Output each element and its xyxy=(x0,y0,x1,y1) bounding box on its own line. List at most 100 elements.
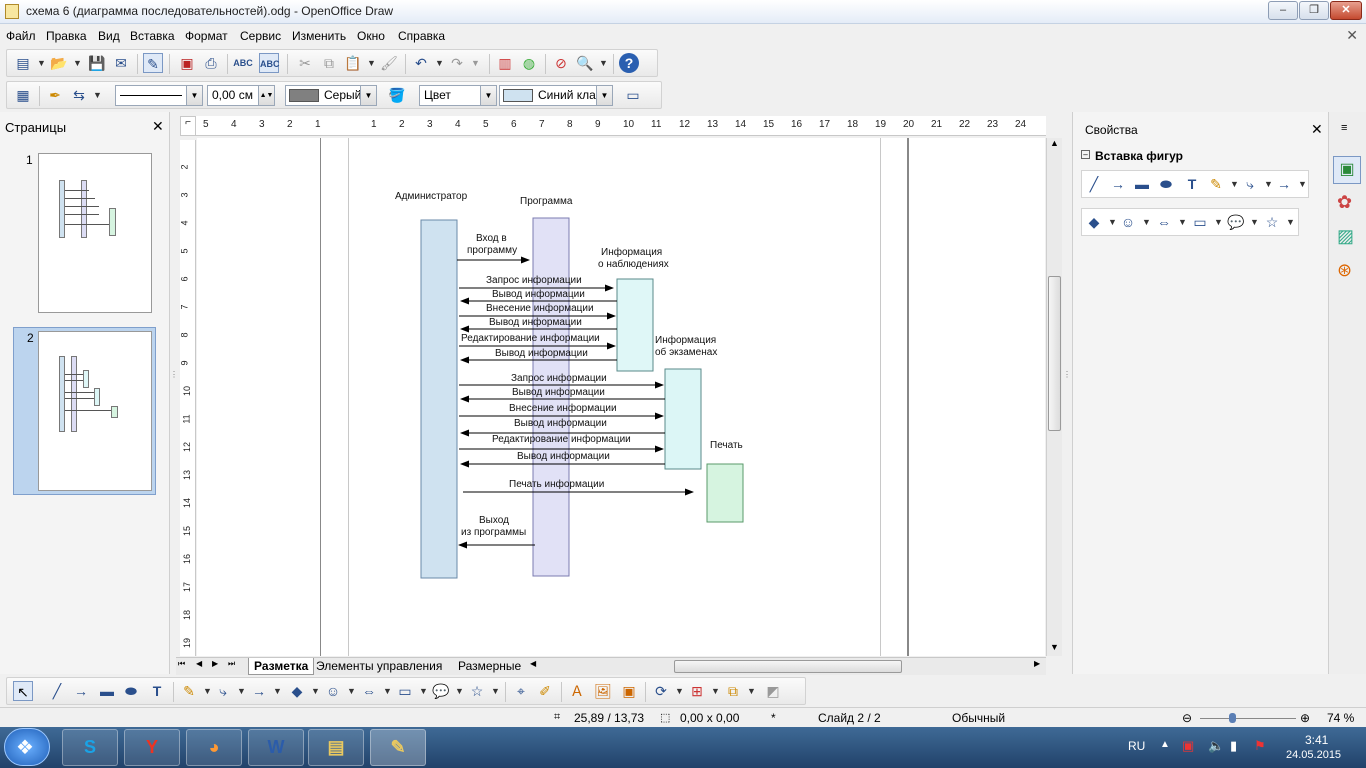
gallery-deck-icon[interactable]: ▨ xyxy=(1337,226,1354,247)
tab-dimensions[interactable]: Размерные xyxy=(458,659,521,673)
draw-line-icon[interactable]: ╱ xyxy=(47,681,67,701)
sidebar-close-icon[interactable]: ✕ xyxy=(1311,121,1323,138)
menu-file[interactable]: Файл xyxy=(6,29,36,43)
area-style-select[interactable]: Цвет ▼ xyxy=(419,85,497,106)
language-indicator[interactable]: RU xyxy=(1128,739,1145,753)
taskbar-skype[interactable]: S xyxy=(62,729,118,766)
area-color-select[interactable]: Синий кла ▼ xyxy=(499,85,613,106)
ruler-corner[interactable]: ⌐ xyxy=(180,116,196,136)
cut-icon[interactable]: ✂ xyxy=(295,53,315,73)
line-color-select[interactable]: Серый ▼ xyxy=(285,85,377,106)
arrow-style-icon[interactable]: ⇆ xyxy=(69,85,89,105)
h-scroll-right-icon[interactable]: ▶ xyxy=(1034,659,1040,668)
tab-prev-icon[interactable]: ◀ xyxy=(196,659,202,668)
menu-window[interactable]: Окно xyxy=(357,29,385,43)
extrusion-icon[interactable]: ◩ xyxy=(763,681,783,701)
taskbar-yandex[interactable]: Y xyxy=(124,729,180,766)
tab-layout[interactable]: Разметка xyxy=(248,658,315,675)
sidebar-menu-icon[interactable]: ≡ xyxy=(1341,122,1347,134)
draw-ellipse-icon[interactable]: ⬬ xyxy=(121,681,141,701)
clock-time[interactable]: 3:41 xyxy=(1305,733,1328,747)
draw-callouts-icon[interactable]: 💬 xyxy=(431,681,451,701)
page-thumbnail-1[interactable] xyxy=(38,153,152,313)
symbol-shapes-icon[interactable]: ☺ xyxy=(1118,212,1138,232)
menu-help[interactable]: Справка xyxy=(398,29,445,43)
menu-insert[interactable]: Вставка xyxy=(130,29,175,43)
draw-stars-icon[interactable]: ☆ xyxy=(467,681,487,701)
close-button[interactable]: ✕ xyxy=(1330,1,1362,20)
tab-last-icon[interactable]: ⏭ xyxy=(228,659,235,669)
fontwork-icon[interactable]: Ａ xyxy=(567,681,587,701)
draw-symbol-shapes-icon[interactable]: ☺ xyxy=(323,681,343,701)
vertical-ruler[interactable]: 2 3 4 5 6 7 8 9 10 11 12 13 14 15 16 17 18 19 xyxy=(180,140,196,656)
sidebar-splitter[interactable]: ⋮ xyxy=(1063,370,1071,390)
align-icon[interactable]: ⊞ xyxy=(687,681,707,701)
table-icon[interactable]: ◍ xyxy=(519,53,539,73)
rectangle-tool-icon[interactable]: ▬ xyxy=(1132,174,1152,194)
flowchart-icon[interactable]: ▭ xyxy=(1190,212,1210,232)
help-icon[interactable]: ? xyxy=(619,53,639,73)
tray-app-icon[interactable]: ▣ xyxy=(1182,738,1194,754)
line-style-select[interactable]: ▼ xyxy=(115,85,203,106)
open-folder-icon[interactable]: 📂 xyxy=(49,53,69,73)
export-pdf-icon[interactable]: ▣ xyxy=(177,53,197,73)
draw-rectangle-icon[interactable]: ▬ xyxy=(97,681,117,701)
copy-icon[interactable]: ⧉ xyxy=(319,53,339,73)
h-scroll-left-icon[interactable]: ◀ xyxy=(530,659,536,668)
gallery-icon[interactable]: ▣ xyxy=(619,681,639,701)
stars-icon[interactable]: ☆ xyxy=(1262,212,1282,232)
start-button[interactable]: ❖ xyxy=(4,728,50,766)
menu-modify[interactable]: Изменить xyxy=(292,29,346,43)
draw-arrow-icon[interactable]: → xyxy=(71,681,91,701)
volume-icon[interactable]: 🔈 xyxy=(1208,738,1224,754)
menu-edit[interactable]: Правка xyxy=(46,29,87,43)
autospell-icon[interactable]: ABC xyxy=(259,53,280,73)
save-icon[interactable]: 💾 xyxy=(87,53,107,73)
navigator-deck-icon[interactable]: ⊛ xyxy=(1337,260,1352,281)
line-tool-icon[interactable]: ╱ xyxy=(1084,174,1104,194)
chart-icon[interactable]: ▥ xyxy=(495,53,515,73)
styles-deck-icon[interactable]: ✿ xyxy=(1337,192,1352,213)
points-icon[interactable]: ⌖ xyxy=(511,681,531,701)
arrow-tool-icon[interactable]: → xyxy=(1108,174,1128,194)
select-pointer-icon[interactable]: ↖ xyxy=(13,681,33,701)
draw-block-arrows-icon[interactable]: ⇔ xyxy=(359,681,379,701)
tab-next-icon[interactable]: ▶ xyxy=(212,659,218,668)
taskbar-explorer[interactable]: ▤ xyxy=(308,729,364,766)
redo-icon[interactable]: ↷ xyxy=(447,53,467,73)
horizontal-ruler[interactable]: 5 4 3 2 1 1 2 3 4 5 6 7 8 9 10 11 12 13 14 15 16 17 18 19 20 21 22… xyxy=(196,116,1046,136)
curve-tool-icon[interactable]: ✎ xyxy=(1206,174,1226,194)
undo-icon[interactable]: ↶ xyxy=(411,53,431,73)
print-icon[interactable]: ⎙ xyxy=(201,53,221,73)
page-thumbnail-2-selection[interactable]: 2 xyxy=(13,327,156,495)
zoom-out-icon[interactable]: ⊖ xyxy=(1182,711,1192,725)
network-icon[interactable]: ▮ xyxy=(1230,738,1237,754)
tab-first-icon[interactable]: ⏮ xyxy=(178,659,185,669)
ellipse-tool-icon[interactable]: ⬬ xyxy=(1156,174,1176,194)
modified-indicator[interactable]: * xyxy=(771,711,776,725)
menu-tools[interactable]: Сервис xyxy=(240,29,281,43)
section-collapse-icon[interactable]: – xyxy=(1081,150,1090,159)
zoom-slider[interactable] xyxy=(1200,718,1296,719)
paste-icon[interactable]: 📋 xyxy=(343,53,363,73)
connector-tool-icon[interactable]: ⤷ xyxy=(1240,174,1260,194)
horizontal-scroll-thumb[interactable] xyxy=(674,660,902,673)
page-thumbnail-2[interactable] xyxy=(38,331,152,491)
shadow-icon[interactable]: ▭ xyxy=(623,85,643,105)
pages-panel-close-icon[interactable]: ✕ xyxy=(152,118,164,135)
tray-expand-icon[interactable]: ▲ xyxy=(1160,739,1170,750)
rotate-icon[interactable]: ⟳ xyxy=(651,681,671,701)
clock-date[interactable]: 24.05.2015 xyxy=(1286,749,1341,761)
maximize-button[interactable]: ❐ xyxy=(1299,1,1329,20)
from-file-icon[interactable]: 🖼 xyxy=(593,681,613,701)
menu-view[interactable]: Вид xyxy=(98,29,120,43)
properties-deck-icon[interactable]: ▣ xyxy=(1333,156,1361,184)
clone-formatting-icon[interactable]: 🖌 xyxy=(379,53,399,73)
lines-arrows-tool-icon[interactable]: → xyxy=(1274,174,1294,194)
close-document-icon[interactable]: ✕ xyxy=(1346,27,1358,44)
area-fill-icon[interactable]: 🪣 xyxy=(387,85,407,105)
draw-basic-shapes-icon[interactable]: ◆ xyxy=(287,681,307,701)
tab-controls[interactable]: Элементы управления xyxy=(316,659,442,673)
zoom-slider-handle[interactable] xyxy=(1229,713,1236,723)
navigator-icon[interactable]: ⊘ xyxy=(551,53,571,73)
